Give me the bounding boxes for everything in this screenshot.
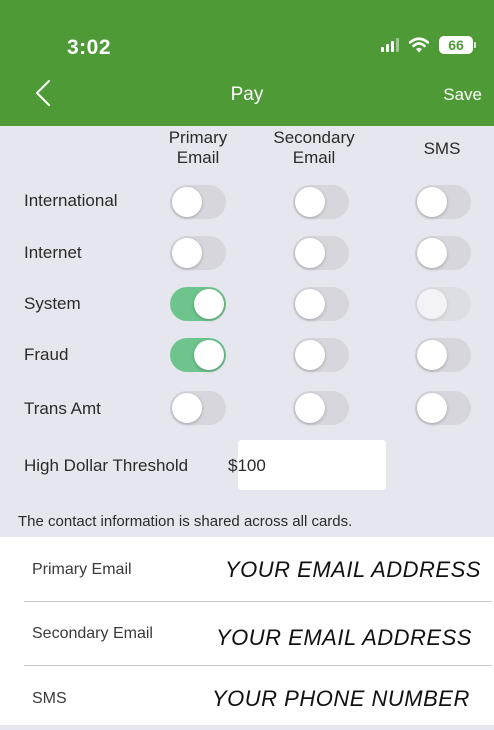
threshold-input[interactable] — [228, 454, 378, 478]
toggle-system-sms[interactable] — [415, 287, 471, 321]
toggle-trans-amt-primary-email[interactable] — [170, 391, 226, 425]
toggle-international-primary-email[interactable] — [170, 185, 226, 219]
toggle-fraud-sms[interactable] — [415, 338, 471, 372]
contact-row-primary-email[interactable]: Primary Email YOUR EMAIL ADDRESS — [0, 537, 494, 601]
column-header-secondary-email: Secondary Email — [273, 128, 355, 167]
row-label-internet: Internet — [24, 243, 82, 262]
contact-row-sms[interactable]: SMS YOUR PHONE NUMBER — [0, 666, 494, 730]
app-header: 3:02 66 Pay Save — [0, 0, 494, 126]
contact-value-secondary-email: YOUR EMAIL ADDRESS — [216, 625, 472, 650]
cellular-signal-icon — [381, 38, 399, 52]
threshold-label: High Dollar Threshold — [24, 456, 189, 475]
column-header-sms: SMS — [423, 139, 461, 158]
page-title: Pay — [230, 84, 264, 105]
contact-list: Primary Email YOUR EMAIL ADDRESS Seconda… — [0, 537, 494, 725]
toggle-internet-secondary-email[interactable] — [293, 236, 349, 270]
status-time: 3:02 — [67, 36, 112, 59]
contact-row-secondary-email[interactable]: Secondary Email YOUR EMAIL ADDRESS — [0, 602, 494, 666]
row-label-trans-amt: Trans Amt — [24, 399, 101, 418]
toggle-international-secondary-email[interactable] — [293, 185, 349, 219]
toggle-fraud-secondary-email[interactable] — [293, 338, 349, 372]
contact-label-secondary-email: Secondary Email — [32, 625, 153, 642]
column-header-primary-email: Primary Email — [168, 128, 228, 167]
contact-value-sms: YOUR PHONE NUMBER — [212, 686, 470, 711]
row-label-fraud: Fraud — [24, 345, 69, 364]
save-button[interactable]: Save — [443, 85, 482, 105]
contact-label-sms: SMS — [32, 690, 67, 707]
toggle-system-secondary-email[interactable] — [293, 287, 349, 321]
toggle-trans-amt-sms[interactable] — [415, 391, 471, 425]
toggle-international-sms[interactable] — [415, 185, 471, 219]
row-label-system: System — [24, 294, 81, 313]
row-label-international: International — [24, 191, 118, 210]
contact-label-primary-email: Primary Email — [32, 561, 132, 578]
toggle-trans-amt-secondary-email[interactable] — [293, 391, 349, 425]
toggle-fraud-primary-email[interactable] — [170, 338, 226, 372]
toggle-system-primary-email[interactable] — [170, 287, 226, 321]
contact-value-primary-email: YOUR EMAIL ADDRESS — [225, 557, 481, 582]
battery-icon: 66 — [439, 36, 476, 54]
toggle-internet-primary-email[interactable] — [170, 236, 226, 270]
battery-level: 66 — [439, 36, 473, 54]
toggle-internet-sms[interactable] — [415, 236, 471, 270]
contact-info-note: The contact information is shared across… — [18, 513, 353, 530]
status-icons: 66 — [381, 34, 476, 56]
wifi-icon — [409, 37, 429, 53]
